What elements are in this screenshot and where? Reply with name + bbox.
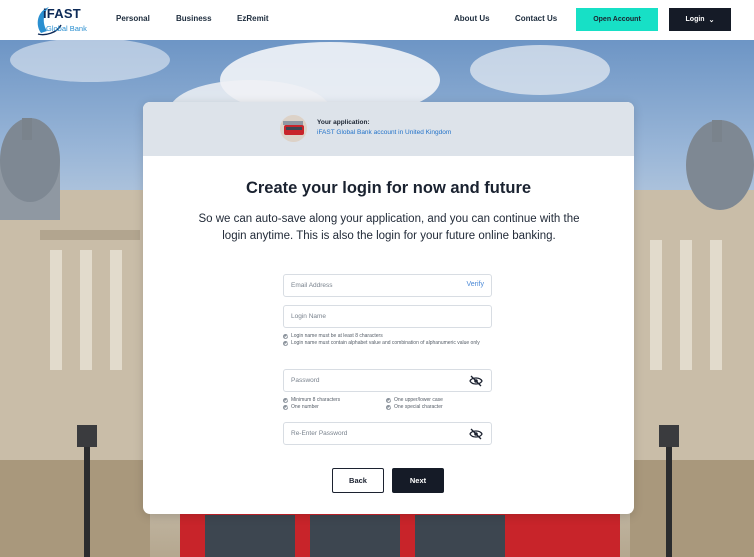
nav-business[interactable]: Business [176,14,212,23]
login-hint-length-text: Login name must be at least 8 characters [291,333,383,339]
password-hint-number-text: One number [291,404,319,410]
email-input[interactable] [291,275,461,296]
password-hint-min-chars: Minimum 8 characters [283,397,340,404]
password-hint-min-chars-text: Minimum 8 characters [291,397,341,403]
application-summary: Your application: iFAST Global Bank acco… [143,102,634,156]
open-account-button[interactable]: Open Account [576,8,658,31]
login-name-field [283,305,492,328]
back-label: Back [349,476,367,485]
page-subtitle: So we can auto-save along your applicati… [198,213,580,242]
application-value: iFAST Global Bank account in United King… [317,129,452,136]
reenter-password-input[interactable] [291,423,461,444]
password-hint-case: One upper/lower case [386,397,443,404]
ifast-logo[interactable]: iFAST Global Bank [33,3,93,37]
eye-slash-icon[interactable] [469,375,483,387]
login-hint-alphanumeric: Login name must contain alphabet value a… [283,340,493,347]
login-hint-alphanumeric-text: Login name must contain alphabet value a… [291,340,480,346]
nav-ezremit[interactable]: EzRemit [237,14,269,23]
eye-slash-icon[interactable] [469,428,483,440]
password-field [283,369,492,392]
login-label: Login [685,16,705,23]
check-icon [283,397,288,403]
next-button[interactable]: Next [392,468,444,493]
create-login-card: Your application: iFAST Global Bank acco… [143,102,634,514]
reenter-password-field [283,422,492,445]
check-icon [283,340,288,346]
login-name-input[interactable] [291,306,461,327]
check-icon [283,333,288,339]
application-thumbnail [280,115,307,142]
open-account-label: Open Account [593,16,641,23]
email-field: Verify [283,274,492,297]
password-hint-special-text: One special character [394,404,443,410]
bus-image-icon [280,115,307,142]
login-button[interactable]: Login ⌄ [669,8,731,31]
check-icon [386,397,391,403]
page-title: Create your login for now and future [245,179,532,197]
login-hint-length: Login name must be at least 8 characters [283,333,493,340]
top-navigation-bar: iFAST Global Bank Personal Business EzRe… [0,0,754,40]
password-hint-number: One number [283,404,319,411]
chevron-down-icon: ⌄ [708,16,715,24]
check-icon [283,404,288,410]
nav-about-us[interactable]: About Us [454,14,490,23]
nav-contact-us[interactable]: Contact Us [515,14,557,23]
logo-subtext: Global Bank [46,24,87,33]
application-label: Your application: [317,119,370,126]
logo-text: iFAST [43,6,81,21]
next-label: Next [409,476,427,485]
verify-link[interactable]: Verify [466,281,484,288]
nav-personal[interactable]: Personal [116,14,150,23]
back-button[interactable]: Back [332,468,384,493]
password-input[interactable] [291,370,461,391]
password-hint-case-text: One upper/lower case [394,397,443,403]
password-hint-special: One special character [386,404,443,411]
check-icon [386,404,391,410]
